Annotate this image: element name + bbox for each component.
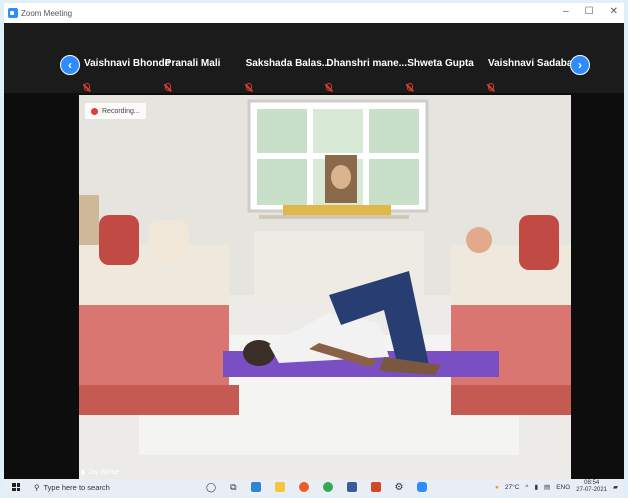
clock-date: 27-07-2021	[576, 487, 607, 493]
mic-muted-icon	[84, 83, 90, 91]
chevron-up-icon[interactable]: ^	[525, 484, 528, 491]
settings-icon[interactable]: ⚙	[395, 482, 404, 493]
recording-label: Recording...	[102, 107, 140, 115]
clock-time: 08:54	[584, 480, 600, 486]
speaker-label: ▮ Jay Borse	[81, 468, 119, 477]
search-placeholder: Type here to search	[43, 482, 110, 492]
zoom-taskbar-icon[interactable]	[417, 482, 428, 492]
maximize-button[interactable]: ☐	[585, 6, 594, 17]
edge-icon[interactable]	[250, 482, 261, 492]
window-title: Zoom Meeting	[21, 8, 73, 18]
participant-name: Pranali Mali	[164, 58, 221, 69]
next-page-button[interactable]: ›	[570, 55, 590, 75]
cortana-icon[interactable]: ◯	[206, 482, 216, 493]
speaker-name: Jay Borse	[87, 468, 119, 476]
weather-temp[interactable]: 27°C	[505, 484, 520, 491]
title-bar: Zoom Meeting – ☐ ✕	[4, 3, 624, 23]
windows-taskbar: ⚲ Type here to search ◯ ⧉ ⚙ ● 27°C ^ ▮ ▤…	[4, 479, 624, 495]
participant-name: Vaishnavi Sadabal	[487, 58, 576, 69]
zoom-app-icon	[8, 8, 18, 18]
record-dot-icon	[91, 107, 98, 115]
mic-muted-icon	[245, 83, 252, 91]
powerpoint-icon[interactable]	[370, 482, 381, 492]
mic-muted-icon	[326, 83, 333, 91]
system-tray: ● 27°C ^ ▮ ▤ ENG 08:54 27-07-2021 ▰	[495, 480, 618, 494]
window-controls: – ☐ ✕	[563, 6, 618, 17]
language-indicator[interactable]: ENG	[556, 484, 570, 491]
previous-page-button[interactable]: ‹	[60, 55, 80, 75]
minimize-button[interactable]: –	[563, 6, 569, 17]
windows-start-icon[interactable]	[12, 483, 20, 491]
taskbar-search[interactable]: ⚲ Type here to search	[34, 483, 184, 492]
file-explorer-icon[interactable]	[274, 482, 285, 492]
chrome-icon[interactable]	[322, 482, 333, 492]
signal-bars-icon: ▮	[81, 469, 85, 476]
close-button[interactable]: ✕	[610, 6, 618, 17]
participant-name: Sakshada Balas...	[245, 58, 331, 69]
weather-icon: ●	[494, 483, 499, 491]
clock[interactable]: 08:54 27-07-2021	[576, 480, 607, 494]
mic-muted-icon	[487, 83, 494, 91]
zoom-window: Zoom Meeting – ☐ ✕ ‹ Vaishnavi Bhonde Pr…	[4, 3, 624, 495]
search-icon: ⚲	[34, 482, 40, 492]
chevron-left-icon: ‹	[68, 58, 72, 72]
brave-icon[interactable]	[298, 482, 309, 492]
active-speaker-video[interactable]: Recording... ▮ Jay Borse	[79, 95, 571, 479]
mic-muted-icon	[407, 83, 414, 91]
network-icon[interactable]: ▤	[544, 483, 550, 491]
video-scene	[79, 95, 571, 479]
battery-icon[interactable]: ▮	[534, 483, 538, 491]
participant-strip: ‹ Vaishnavi Bhonde Pranali Mali Sakshada…	[4, 23, 624, 93]
task-view-icon[interactable]: ⧉	[230, 482, 236, 493]
participant-name: Dhanshri mane...	[326, 58, 407, 69]
participant-name: Shweta Gupta	[407, 58, 474, 69]
camera-icon[interactable]	[346, 482, 357, 492]
recording-indicator[interactable]: Recording...	[85, 103, 146, 119]
pinned-apps: ◯ ⧉ ⚙	[206, 482, 428, 493]
notification-icon[interactable]: ▰	[613, 483, 618, 491]
mic-muted-icon	[164, 83, 171, 91]
participant-name: Vaishnavi Bhonde	[84, 58, 171, 69]
chevron-right-icon: ›	[578, 58, 582, 72]
